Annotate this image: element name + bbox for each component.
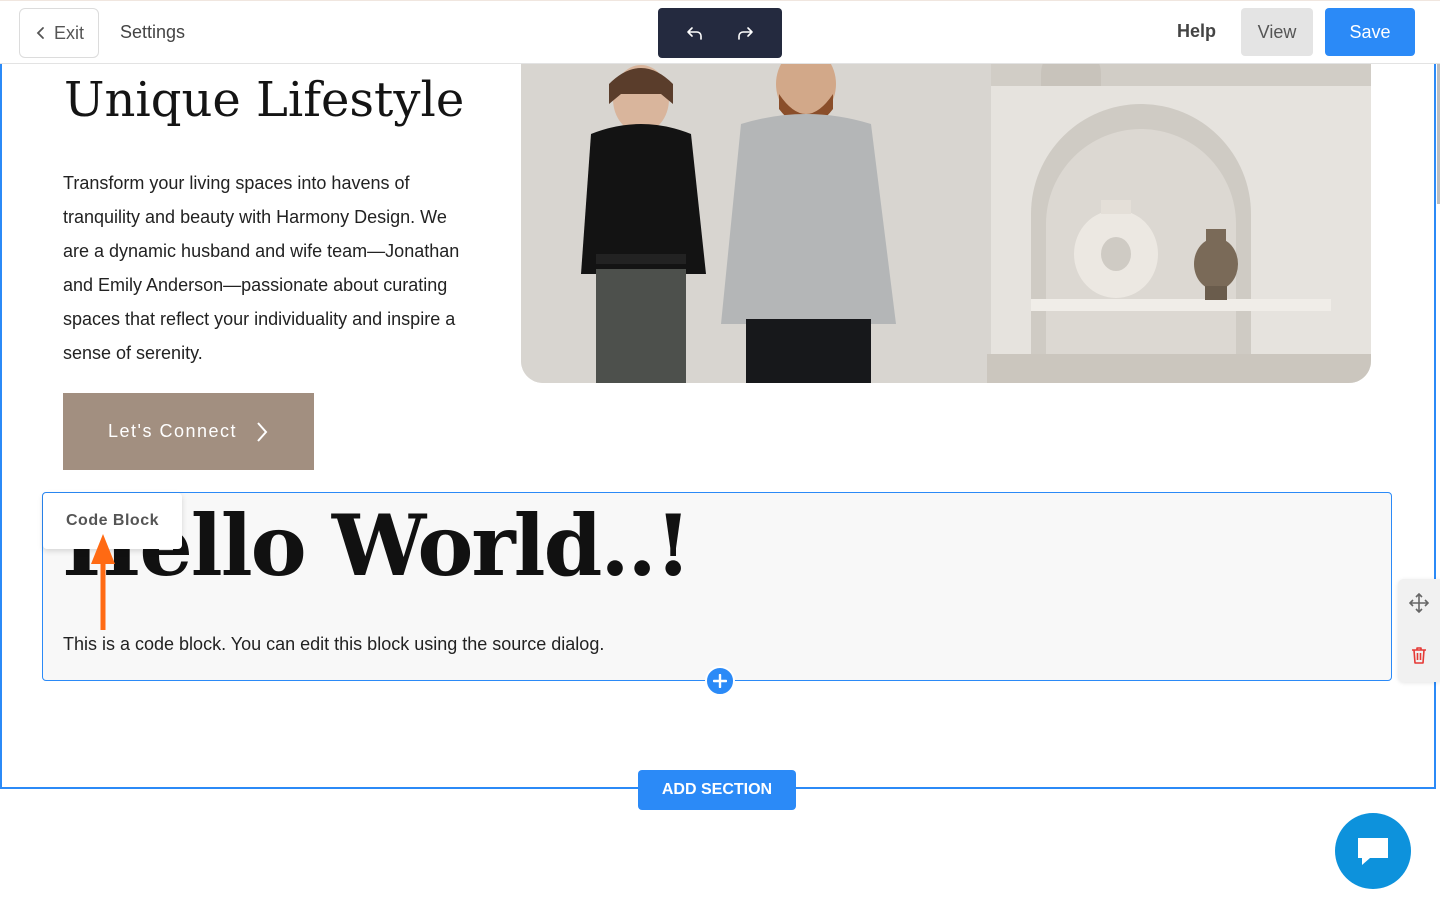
redo-button[interactable] <box>729 17 761 49</box>
move-icon <box>1409 593 1429 613</box>
block-side-tools <box>1398 579 1440 682</box>
save-button[interactable]: Save <box>1325 8 1415 56</box>
lets-connect-button[interactable]: Let's Connect <box>63 393 314 470</box>
chat-widget-button[interactable] <box>1335 813 1411 889</box>
history-controls <box>658 8 782 58</box>
undo-button[interactable] <box>679 17 711 49</box>
help-link[interactable]: Help <box>1177 21 1216 42</box>
cta-label: Let's Connect <box>107 421 237 441</box>
trash-icon <box>1412 647 1426 664</box>
undo-icon <box>687 27 702 40</box>
delete-block-button[interactable] <box>1408 644 1430 666</box>
plus-icon <box>713 674 727 688</box>
exit-button[interactable]: Exit <box>19 8 99 58</box>
add-block-button[interactable] <box>705 666 735 696</box>
hero-photo[interactable] <box>521 64 1371 383</box>
chevron-left-icon <box>36 27 44 39</box>
hero-paragraph[interactable]: Transform your living spaces into havens… <box>63 166 463 370</box>
code-block-text[interactable]: This is a code block. You can edit this … <box>63 630 604 658</box>
editor-toolbar: Exit Settings Help View Save <box>0 0 1440 64</box>
chat-icon <box>1358 838 1388 865</box>
hero-title[interactable]: Unique Lifestyle <box>64 64 464 136</box>
move-block-button[interactable] <box>1408 592 1430 614</box>
exit-label: Exit <box>53 22 84 43</box>
settings-link[interactable]: Settings <box>120 22 185 43</box>
chevron-right-icon <box>257 421 268 442</box>
redo-icon <box>738 27 753 40</box>
annotation-arrow-icon <box>91 534 115 630</box>
add-section-button[interactable]: ADD SECTION <box>638 770 796 810</box>
couple-photo-illustration <box>521 64 1371 383</box>
view-button[interactable]: View <box>1241 8 1313 56</box>
